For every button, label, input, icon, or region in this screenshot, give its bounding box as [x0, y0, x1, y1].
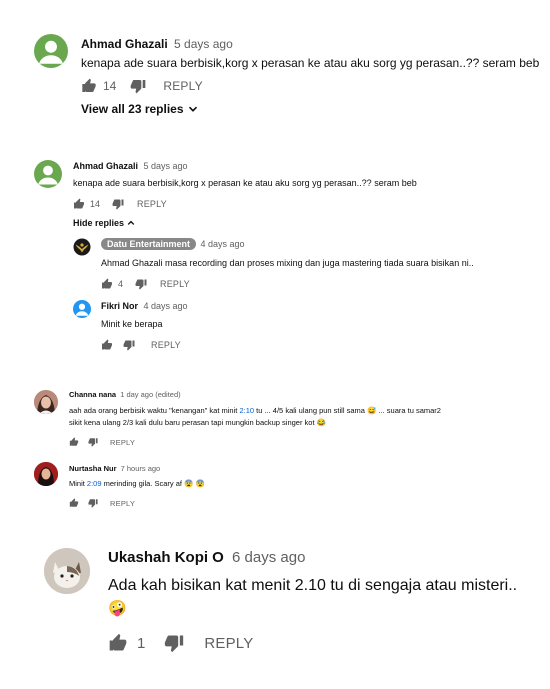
default-avatar-icon [73, 300, 91, 318]
comment-time[interactable]: 5 days ago [144, 161, 188, 171]
comment-time[interactable]: 7 hours ago [121, 464, 161, 473]
comment-text-part: aah ada orang berbisik waktu "kenangan" … [69, 406, 240, 415]
like-count: 14 [90, 199, 101, 209]
chevron-down-icon [188, 106, 197, 112]
comment-time[interactable]: 4 days ago [201, 239, 245, 249]
dislike-icon[interactable] [135, 278, 147, 290]
comment-author[interactable]: Nurtasha Nur [69, 464, 117, 473]
comment-author[interactable]: Ukashah Kopi O [108, 549, 224, 566]
like-icon[interactable] [69, 498, 79, 508]
comment-text-part: sikit kena ulang 2/3 kali dulu baru pera… [69, 418, 326, 427]
dislike-icon[interactable] [88, 498, 98, 508]
dislike-icon[interactable] [112, 198, 124, 210]
comment-time[interactable]: 5 days ago [174, 37, 233, 51]
comment-time[interactable]: 1 day ago (edited) [120, 390, 180, 399]
avatar[interactable] [34, 160, 62, 188]
comment-1: Ahmad Ghazali 5 days ago kenapa ade suar… [0, 0, 550, 130]
comment-emoji: 🤪 [108, 600, 127, 617]
reply-button[interactable]: REPLY [137, 199, 167, 209]
avatar[interactable] [34, 390, 58, 414]
dislike-icon[interactable] [164, 633, 184, 653]
comment-text: kenapa ade suara berbisik,korg x perasan… [81, 56, 540, 70]
comment-text: aah ada orang berbisik waktu "kenangan" … [69, 405, 441, 429]
reply-button[interactable]: REPLY [160, 279, 190, 289]
like-icon[interactable] [101, 339, 113, 351]
view-replies-button[interactable]: View all 23 replies [81, 102, 198, 116]
profile-photo-icon [34, 462, 58, 486]
like-icon[interactable] [69, 437, 79, 447]
comment-text-part: Minit [69, 479, 87, 488]
comment-3: Channa nana 1 day ago (edited) aah ada o… [0, 385, 550, 450]
profile-photo-icon [34, 390, 58, 414]
dislike-icon[interactable] [130, 78, 146, 94]
cat-photo-icon [44, 548, 90, 594]
like-icon[interactable] [108, 633, 128, 653]
chevron-up-icon [127, 220, 135, 225]
comment-time[interactable]: 4 days ago [144, 301, 188, 311]
reply-button[interactable]: REPLY [204, 635, 253, 652]
avatar[interactable] [44, 548, 90, 594]
comment-text: Minit ke berapa [101, 319, 163, 329]
comment-author[interactable]: Ahmad Ghazali [73, 161, 138, 171]
avatar[interactable] [73, 300, 91, 318]
reply-button[interactable]: REPLY [163, 79, 202, 93]
timestamp-link[interactable]: 2:09 [87, 479, 102, 488]
reply-button[interactable]: REPLY [151, 340, 181, 350]
channel-logo-avatar[interactable] [73, 238, 91, 256]
avatar[interactable] [34, 34, 68, 68]
hide-replies-button[interactable]: Hide replies [73, 218, 135, 228]
channel-owner-badge[interactable]: Datu Entertainment [101, 238, 197, 250]
comment-text: Ada kah bisikan kat menit 2.10 tu di sen… [108, 577, 518, 594]
comment-4: Nurtasha Nur 7 hours ago Minit 2:09 meri… [0, 460, 550, 515]
comment-author[interactable]: Fikri Nor [101, 301, 138, 311]
reply-button[interactable]: REPLY [110, 499, 135, 508]
like-icon[interactable] [81, 78, 97, 94]
like-count: 14 [103, 79, 117, 93]
dislike-icon[interactable] [123, 339, 135, 351]
comment-time[interactable]: 6 days ago [232, 549, 305, 566]
eagle-logo-icon [73, 238, 91, 256]
comment-author[interactable]: Channa nana [69, 390, 116, 399]
dislike-icon[interactable] [88, 437, 98, 447]
comment-text: Ahmad Ghazali masa recording dan proses … [101, 258, 474, 268]
default-avatar-icon [34, 160, 62, 188]
like-count: 4 [118, 279, 124, 289]
default-avatar-icon [34, 34, 68, 68]
comment-text-part: tu ... 4/5 kali ulang pun still sama 😅 .… [254, 406, 441, 415]
comment-text: kenapa ade suara berbisik,korg x perasan… [73, 178, 417, 188]
like-count: 1 [137, 634, 146, 652]
comment-text: Minit 2:09 merinding gila. Scary af 😨 😨 [69, 479, 205, 488]
like-icon[interactable] [101, 278, 113, 290]
comment-5: Ukashah Kopi O 6 days ago Ada kah bisika… [0, 535, 550, 689]
comment-text-part: merinding gila. Scary af 😨 😨 [101, 479, 205, 488]
comment-author[interactable]: Ahmad Ghazali [81, 37, 168, 51]
reply-button[interactable]: REPLY [110, 438, 135, 447]
timestamp-link[interactable]: 2:10 [239, 406, 254, 415]
like-icon[interactable] [73, 198, 85, 210]
avatar[interactable] [34, 462, 58, 486]
comment-2: Ahmad Ghazali 5 days ago kenapa ade suar… [0, 150, 550, 360]
view-replies-label: View all 23 replies [81, 102, 184, 116]
hide-replies-label: Hide replies [73, 218, 125, 228]
